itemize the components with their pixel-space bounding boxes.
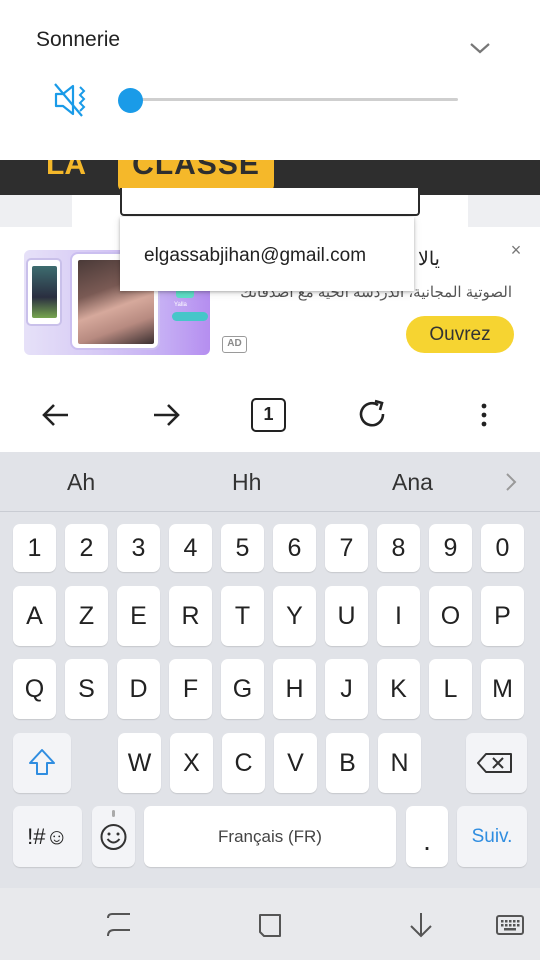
key-2[interactable]: 2 — [65, 524, 108, 572]
key-w[interactable]: W — [118, 733, 161, 793]
key-a[interactable]: A — [13, 586, 56, 646]
key-h[interactable]: H — [273, 659, 316, 719]
suggestion-2[interactable]: Hh — [232, 469, 261, 496]
ad-phone-graphic — [26, 258, 62, 326]
volume-slider-thumb[interactable] — [118, 88, 143, 113]
key-d[interactable]: D — [117, 659, 160, 719]
key-9[interactable]: 9 — [429, 524, 472, 572]
tabs-count: 1 — [251, 398, 286, 432]
volume-title: Sonnerie — [36, 28, 121, 51]
ad-open-button[interactable]: Ouvrez — [406, 316, 514, 353]
key-8[interactable]: 8 — [377, 524, 420, 572]
key-b[interactable]: B — [326, 733, 369, 793]
key-f[interactable]: F — [169, 659, 212, 719]
key-p[interactable]: P — [481, 586, 524, 646]
period-key[interactable]: . — [406, 806, 448, 867]
arrow-left-icon[interactable] — [36, 395, 76, 435]
key-q[interactable]: Q — [13, 659, 56, 719]
key-3[interactable]: 3 — [117, 524, 160, 572]
shift-key[interactable] — [13, 733, 71, 793]
home-icon[interactable] — [255, 908, 285, 942]
ad-badge: AD — [222, 336, 247, 353]
key-v[interactable]: V — [274, 733, 317, 793]
key-7[interactable]: 7 — [325, 524, 368, 572]
autofill-email-suggestion[interactable]: elgassabjihan@gmail.com — [144, 245, 366, 267]
key-0[interactable]: 0 — [481, 524, 524, 572]
logo: CLASSE — [118, 160, 274, 191]
key-e[interactable]: E — [117, 586, 160, 646]
key-k[interactable]: K — [377, 659, 420, 719]
ad-app-name: Yalla — [174, 302, 187, 308]
ad-close-button[interactable]: × — [506, 240, 526, 260]
autofill-dropdown[interactable]: elgassabjihan@gmail.com — [120, 217, 414, 291]
next-key[interactable]: Suiv. — [457, 806, 527, 867]
down-arrow-icon[interactable] — [406, 908, 436, 942]
keyboard-icon[interactable] — [494, 910, 526, 940]
key-m[interactable]: M — [481, 659, 524, 719]
key-1[interactable]: 1 — [13, 524, 56, 572]
more-vertical-icon[interactable] — [464, 395, 504, 435]
key-l[interactable]: L — [429, 659, 472, 719]
ad-title[interactable]: يالا — [418, 248, 440, 271]
key-r[interactable]: R — [169, 586, 212, 646]
key-5[interactable]: 5 — [221, 524, 264, 572]
backspace-icon — [477, 753, 512, 773]
shift-icon — [29, 749, 55, 775]
chevron-right-icon[interactable] — [502, 470, 520, 494]
key-y[interactable]: Y — [273, 586, 316, 646]
symbols-key[interactable]: !#☺ — [13, 806, 82, 867]
tabs-button[interactable]: 1 — [249, 395, 289, 435]
key-j[interactable]: J — [325, 659, 368, 719]
arrow-right-icon[interactable] — [146, 395, 186, 435]
key-s[interactable]: S — [65, 659, 108, 719]
recents-icon[interactable] — [104, 908, 134, 942]
backspace-key[interactable] — [466, 733, 527, 793]
ad-chat-pill — [172, 312, 208, 321]
key-g[interactable]: G — [221, 659, 264, 719]
key-i[interactable]: I — [377, 586, 420, 646]
key-u[interactable]: U — [325, 586, 368, 646]
logo-text: CLASSE — [132, 160, 260, 181]
suggestion-1[interactable]: Ah — [67, 469, 95, 496]
key-z[interactable]: Z — [65, 586, 108, 646]
key-t[interactable]: T — [221, 586, 264, 646]
space-key[interactable]: Français (FR) — [144, 806, 396, 867]
volume-slider-track[interactable] — [130, 98, 458, 101]
key-c[interactable]: C — [222, 733, 265, 793]
chevron-down-icon[interactable] — [466, 38, 494, 58]
emoji-key[interactable] — [92, 806, 135, 867]
logo-text-left: LA — [46, 160, 86, 181]
email-input[interactable] — [120, 188, 420, 216]
ad-phone-screen — [32, 266, 57, 318]
speaker-muted-icon[interactable] — [52, 80, 92, 120]
suggestion-3[interactable]: Ana — [392, 469, 433, 496]
key-6[interactable]: 6 — [273, 524, 316, 572]
emoji-icon — [100, 810, 127, 850]
key-4[interactable]: 4 — [169, 524, 212, 572]
key-o[interactable]: O — [429, 586, 472, 646]
key-x[interactable]: X — [170, 733, 213, 793]
key-n[interactable]: N — [378, 733, 421, 793]
reload-icon[interactable] — [352, 395, 392, 435]
